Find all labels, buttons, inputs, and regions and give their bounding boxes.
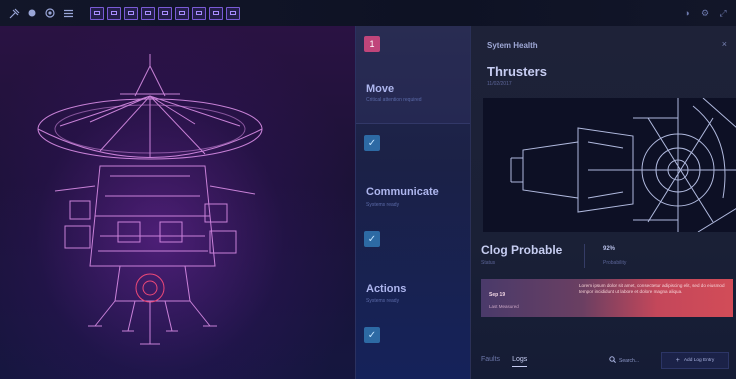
- check-icon: ✓: [364, 327, 380, 343]
- plus-icon: +: [675, 357, 680, 364]
- app-window: ◑ ⚙ ⤢ 1 Move Critical attention required…: [0, 0, 736, 379]
- select-tool-icon[interactable]: [90, 6, 104, 20]
- tool-palette: [90, 6, 240, 20]
- probability-label: Probability: [603, 260, 627, 266]
- menu-icon[interactable]: [62, 7, 74, 19]
- log-search[interactable]: Search...: [609, 356, 639, 365]
- check-icon: ✓: [364, 135, 380, 151]
- add-log-entry-label: Add Log Entry: [683, 358, 715, 363]
- compass-icon[interactable]: [26, 7, 38, 19]
- alert-date: Sep 19: [489, 292, 506, 298]
- step-subtitle: Systems ready: [366, 298, 400, 304]
- alert-label: Last Measured: [489, 304, 519, 309]
- mission-steps: 1 Move Critical attention required ✓ Com…: [355, 26, 471, 379]
- step-communicate[interactable]: ✓ Communicate Systems ready: [356, 130, 471, 220]
- step-actions[interactable]: ✓ Actions Systems ready: [356, 226, 471, 326]
- image-tool-icon[interactable]: [124, 6, 138, 20]
- stat-divider: [584, 244, 585, 268]
- search-icon: [609, 356, 616, 365]
- tab-faults[interactable]: Faults: [481, 356, 500, 367]
- system-health-panel: Sytem Health × Thrusters 11/02/2017 Clog…: [470, 26, 736, 379]
- globe-icon[interactable]: [44, 7, 56, 19]
- text-tool-icon[interactable]: [175, 6, 189, 20]
- ruler-tool-icon[interactable]: [158, 6, 172, 20]
- model-viewport[interactable]: [0, 26, 355, 379]
- check-icon: ✓: [364, 231, 380, 247]
- step-subtitle: Critical attention required: [366, 97, 422, 103]
- step-title: Actions: [366, 283, 407, 295]
- probability-value: 92%: [603, 246, 616, 252]
- component-heading: Thrusters: [487, 64, 547, 79]
- satellite-icon[interactable]: [8, 7, 20, 19]
- add-log-entry-button[interactable]: + Add Log Entry: [661, 352, 729, 369]
- expand-icon[interactable]: ⤢: [718, 7, 728, 19]
- panel-title: Sytem Health: [487, 41, 538, 50]
- alert-message: Lorem ipsum dolor sit amet, consectetur …: [579, 283, 725, 294]
- grid-tool-icon[interactable]: [107, 6, 121, 20]
- pen-tool-icon[interactable]: [141, 6, 155, 20]
- align-tool-icon[interactable]: [209, 6, 223, 20]
- satellite-wireframe: [37, 54, 263, 345]
- close-icon[interactable]: ×: [722, 39, 727, 49]
- step-next[interactable]: ✓: [356, 321, 471, 351]
- step-number-badge: 1: [364, 36, 380, 52]
- settings-icon[interactable]: ⚙: [700, 7, 710, 19]
- layers-tool-icon[interactable]: [226, 6, 240, 20]
- panel-tabs: Faults Logs: [481, 356, 528, 367]
- step-move[interactable]: 1 Move Critical attention required: [356, 26, 471, 124]
- crop-tool-icon[interactable]: [192, 6, 206, 20]
- tab-logs[interactable]: Logs: [512, 356, 528, 367]
- step-subtitle: Systems ready: [366, 202, 400, 208]
- status-label: Status: [481, 260, 496, 266]
- step-title: Communicate: [366, 186, 439, 198]
- top-toolbar: ◑ ⚙ ⤢: [0, 0, 736, 27]
- measurement-alert: Sep 19 Last Measured Lorem ipsum dolor s…: [481, 279, 733, 317]
- status-value: Clog Probable: [481, 243, 563, 257]
- contrast-icon[interactable]: ◑: [682, 7, 692, 19]
- component-date: 11/02/2017: [487, 81, 512, 87]
- step-title: Move: [366, 83, 395, 95]
- search-input[interactable]: Search...: [619, 358, 639, 364]
- thruster-wireframe-image: [483, 98, 736, 232]
